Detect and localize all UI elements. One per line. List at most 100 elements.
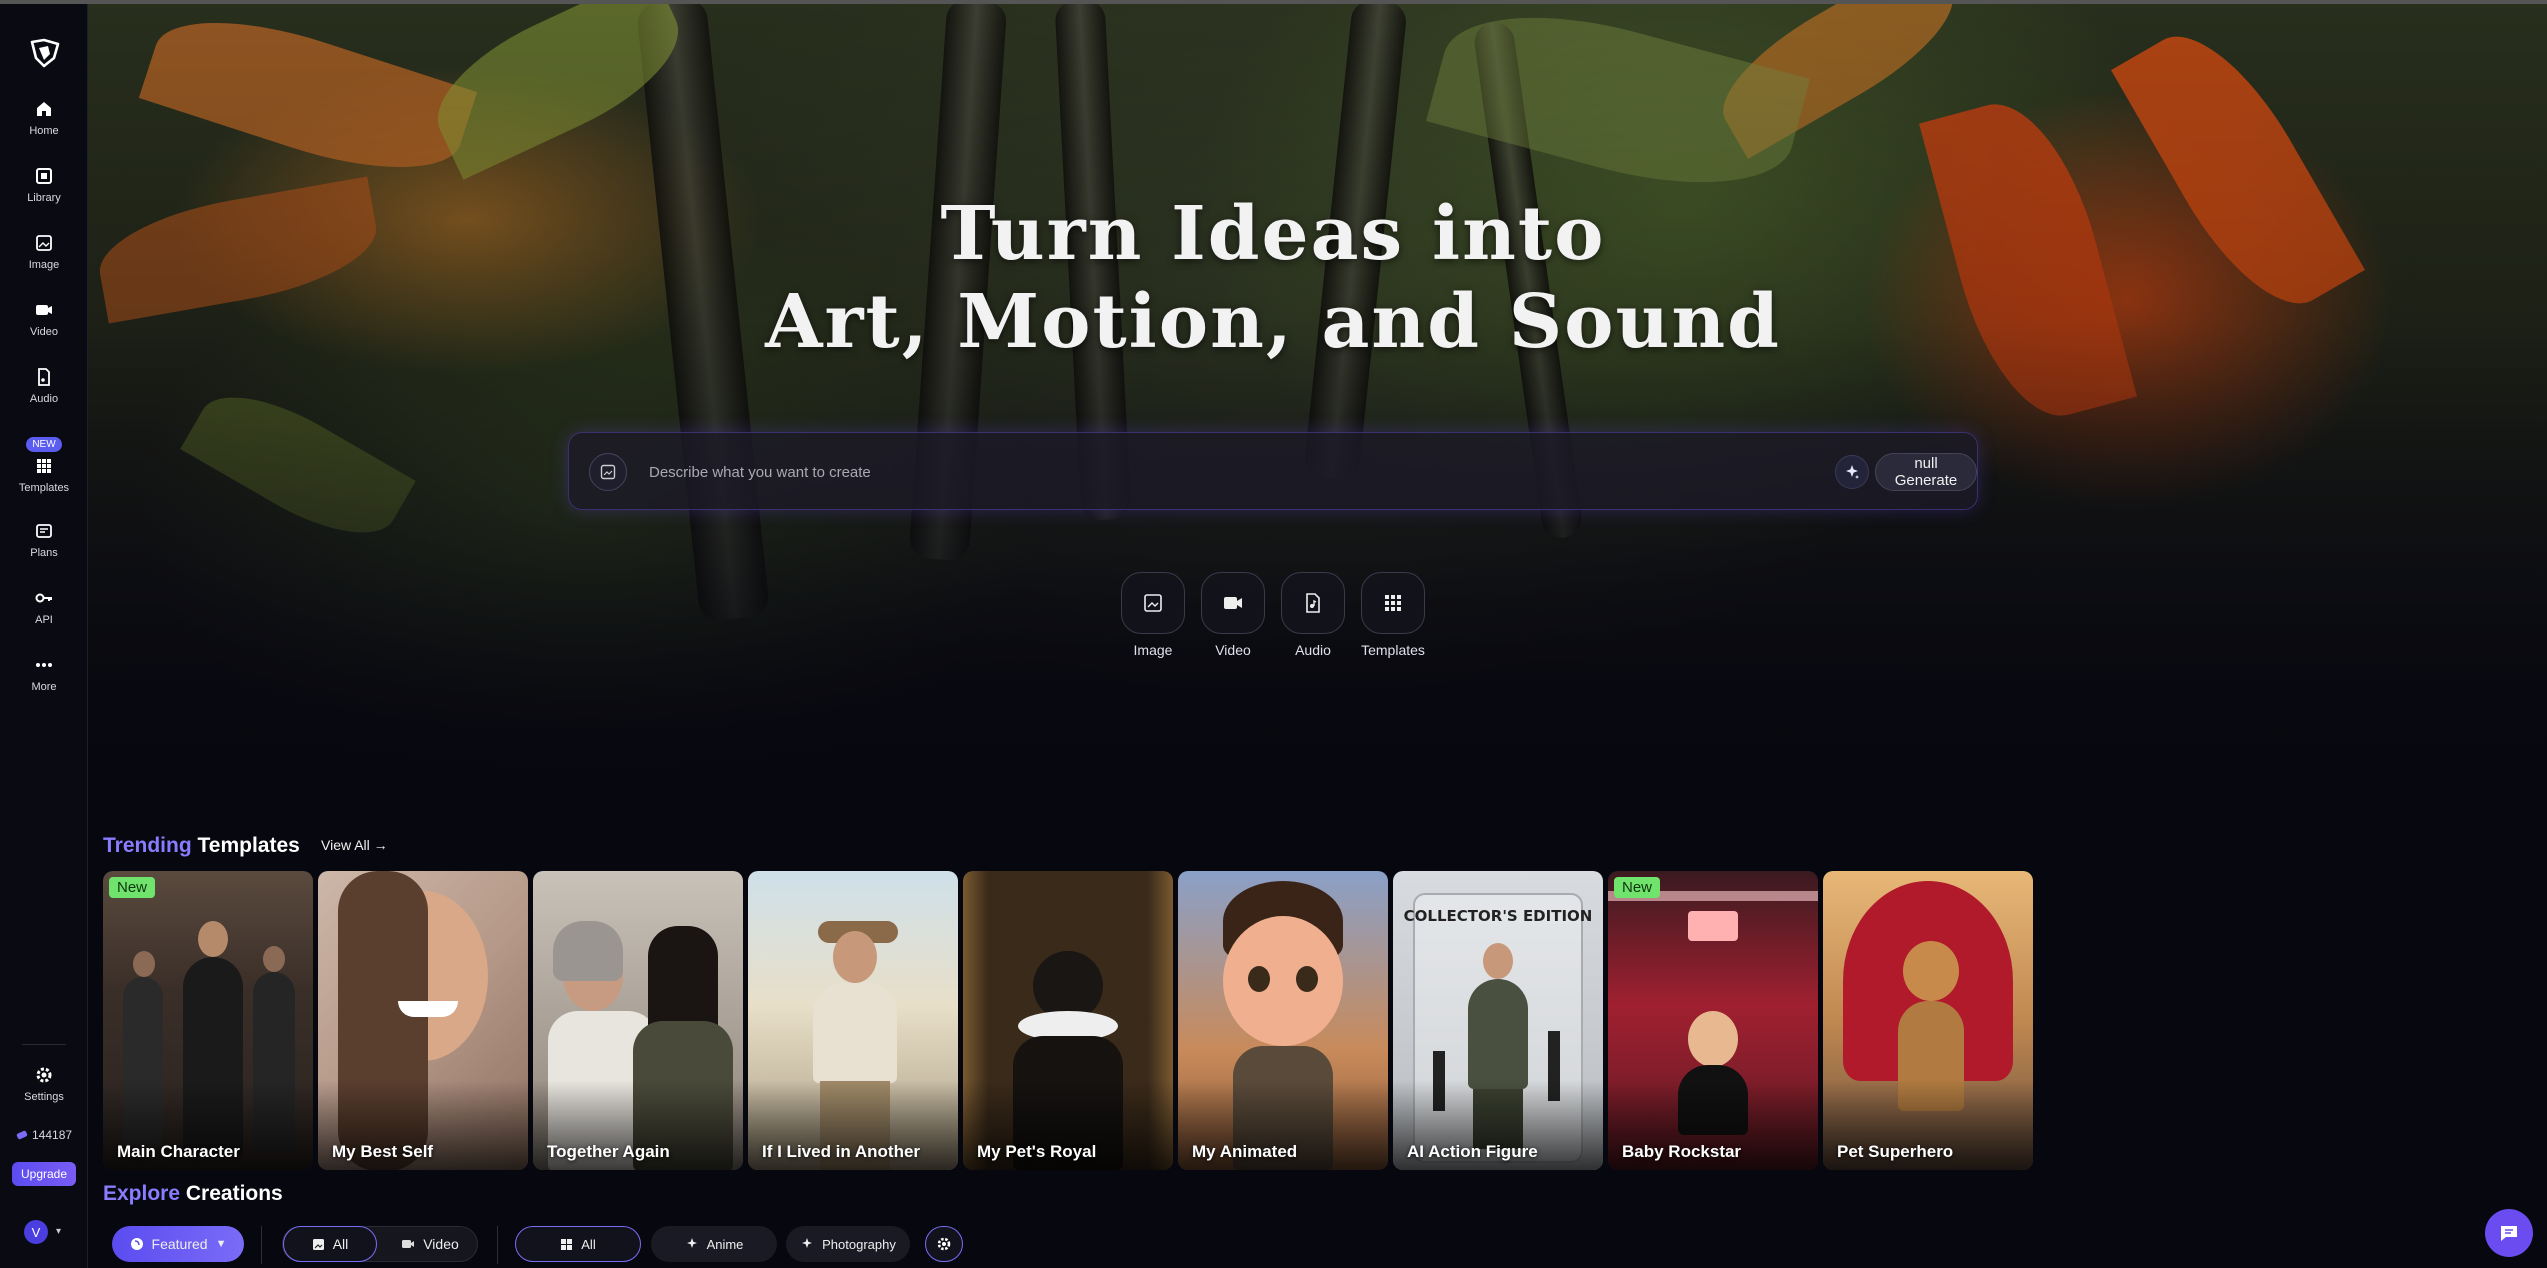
template-card-label: Main Character [117,1142,240,1161]
trending-title-rest: Templates [197,834,300,857]
grid-icon [37,459,51,473]
sidebar-item-video[interactable]: Video [0,300,88,338]
plans-icon [36,524,52,538]
quick-action-label: Video [1215,642,1251,658]
sort-dropdown[interactable]: Featured ▼ [112,1226,244,1262]
image-icon [1144,594,1162,612]
quick-action-templates[interactable]: Templates [1361,572,1425,658]
template-card-label: Together Again [547,1142,670,1161]
trending-title: Trending Templates [103,834,300,858]
sidebar-item-image[interactable]: Image [0,233,88,271]
hero-title-line-1: Turn Ideas into [940,191,1606,277]
sidebar-item-settings[interactable]: Settings [0,1065,88,1103]
quick-action-audio[interactable]: Audio [1281,572,1345,658]
chevron-down-icon[interactable]: ▾ [56,1226,61,1237]
sidebar-item-label: Library [27,192,61,204]
sidebar-item-plans[interactable]: Plans [0,521,88,559]
media-filter-all[interactable]: All [283,1226,377,1262]
filter-settings-button[interactable] [925,1226,963,1262]
video-icon [36,305,52,315]
style-filter-label: Anime [706,1236,744,1252]
sidebar-item-more[interactable]: More [0,655,88,693]
featured-icon [130,1238,143,1250]
top-border [0,0,2547,4]
template-card-label: If I Lived in Another [762,1142,921,1161]
sidebar-item-label: Video [30,326,58,338]
upgrade-button[interactable]: Upgrade [12,1162,76,1186]
library-icon [36,168,52,184]
avatar[interactable]: V [24,1220,48,1244]
template-card-label: My Animated [1192,1142,1298,1161]
enhance-prompt-button[interactable] [1835,455,1869,489]
view-all-link[interactable]: View All → [321,837,388,853]
template-card-label: My Pet's Royal [977,1142,1097,1161]
sidebar-item-label: Plans [30,547,58,559]
template-card-label: Pet Superhero [1837,1142,1954,1161]
quick-action-image[interactable]: Image [1121,572,1185,658]
upload-image-button[interactable] [589,453,627,491]
new-badge: New [1614,877,1661,898]
sidebar-item-label: More [31,681,57,693]
home-icon [37,102,51,116]
grid-icon [1385,595,1401,611]
credits-icon [16,1130,28,1140]
app-logo-icon[interactable] [28,36,62,70]
sparkle-icon [686,1238,697,1248]
template-card-my-animated[interactable]: My Animated [1178,871,1388,1170]
template-card-pets-royal[interactable]: My Pet's Royal [963,871,1173,1170]
explore-title-accent: Explore [103,1182,181,1205]
sidebar-item-templates[interactable]: NEW Templates [0,434,88,494]
template-card-pet-superhero[interactable]: Pet Superhero [1823,871,2033,1170]
explore-title: Explore Creations [103,1182,283,1206]
template-card-baby-rockstar[interactable]: New Baby Rockstar [1608,871,1818,1170]
sidebar-item-label: API [35,614,53,626]
gear-icon [36,1067,52,1083]
trending-title-accent: Trending [103,834,192,857]
style-filter-photography[interactable]: Photography [786,1226,910,1262]
media-filter-label: Video [423,1236,459,1252]
template-card-my-best-self[interactable]: My Best Self [318,871,528,1170]
style-filter-all[interactable]: All [515,1226,641,1262]
prompt-box: null Generate [568,432,1978,510]
sidebar-item-api[interactable]: API [0,588,88,626]
key-icon [35,593,52,603]
chat-support-button[interactable] [2485,1209,2533,1257]
sidebar-item-label: Templates [18,482,70,494]
template-card-another-era[interactable]: If I Lived in Another [748,871,958,1170]
gear-icon [937,1237,951,1251]
template-card-ai-action-figure[interactable]: COLLECTOR'S EDITION AI Action Figure [1393,871,1603,1170]
generate-button[interactable]: null Generate [1875,453,1977,491]
image-icon [36,235,52,251]
quick-action-label: Templates [1361,642,1425,658]
more-icon [36,663,52,667]
image-icon [312,1238,324,1250]
audio-icon [38,368,50,386]
media-filter-label: All [332,1236,349,1252]
packaging-text: COLLECTOR'S EDITION [1403,907,1593,925]
audio-icon [1306,593,1320,613]
sidebar-item-label: Image [28,259,60,271]
style-filter-label: Photography [822,1236,896,1252]
template-card-label: My Best Self [332,1142,434,1161]
sort-label: Featured [151,1236,208,1252]
sidebar-item-home[interactable]: Home [0,99,88,137]
chevron-down-icon: ▼ [215,1238,227,1250]
quick-action-video[interactable]: Video [1201,572,1265,658]
sidebar-item-library[interactable]: Library [0,166,88,204]
media-filter-video[interactable]: Video [388,1226,472,1262]
sidebar-item-audio[interactable]: Audio [0,367,88,405]
credits-value: 144187 [32,1128,73,1142]
style-filter-anime[interactable]: Anime [651,1226,777,1262]
template-card-together-again[interactable]: Together Again [533,871,743,1170]
template-card-label: Baby Rockstar [1622,1142,1742,1161]
template-card-label: AI Action Figure [1407,1142,1538,1161]
explore-title-rest: Creations [185,1182,283,1205]
prompt-input[interactable] [649,459,1749,485]
style-filter-label: All [581,1236,596,1252]
credits-balance: 144187 [16,1128,72,1142]
sidebar-item-label: Audio [29,393,59,405]
template-card-main-character[interactable]: New Main Character [103,871,313,1170]
filter-divider [261,1226,262,1264]
hero-background [88,0,2547,800]
sparkle-icon [802,1238,813,1248]
